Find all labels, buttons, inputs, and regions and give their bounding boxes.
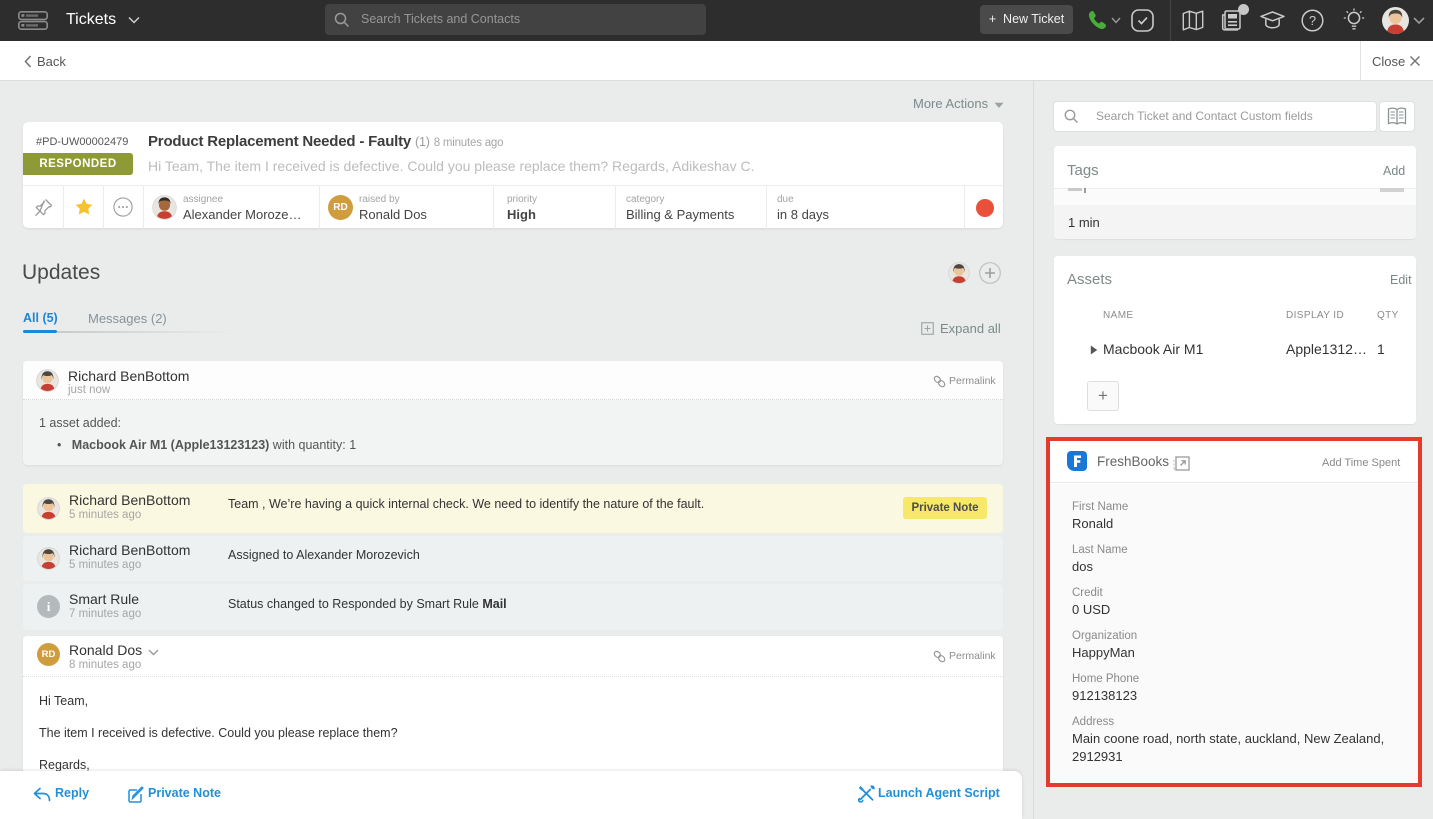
- svg-text:?: ?: [1309, 13, 1316, 28]
